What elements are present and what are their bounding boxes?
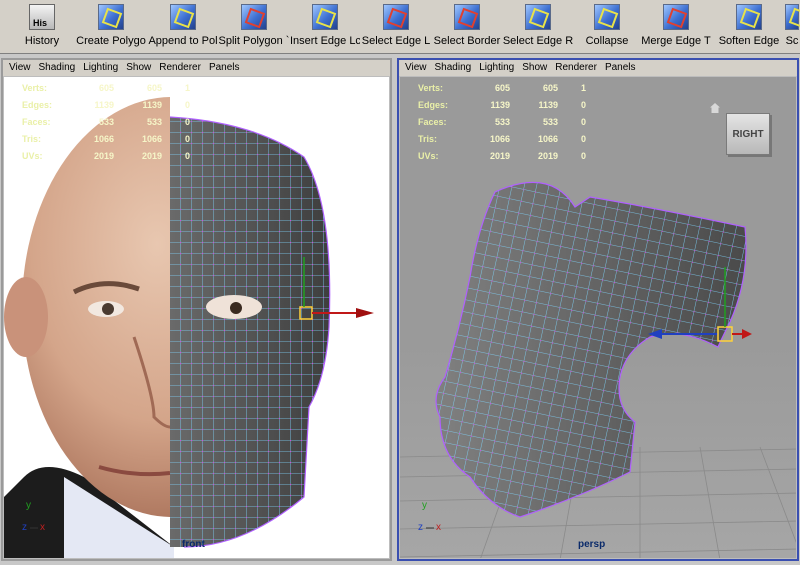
soften-edge-button[interactable]: Soften Edge — [714, 2, 784, 52]
select-edge-loop-icon — [383, 4, 409, 30]
menu-show[interactable]: Show — [126, 60, 151, 76]
panel-menubar: View Shading Lighting Show Renderer Pane… — [399, 60, 797, 76]
camera-label-front: front — [182, 539, 205, 550]
select-border-icon — [454, 4, 480, 30]
create-polygon-icon — [98, 4, 124, 30]
merge-edge-button[interactable]: Merge Edge T — [640, 2, 712, 52]
hud-row-verts: Verts: 605 605 1 — [22, 83, 190, 93]
persp-axis-gizmo: y z x — [418, 500, 441, 533]
menu-lighting[interactable]: Lighting — [83, 60, 118, 76]
create-polygon-button[interactable]: Create Polygo — [74, 2, 148, 52]
history-icon: His — [29, 4, 55, 30]
menu-panels[interactable]: Panels — [209, 60, 240, 76]
front-view-panel[interactable]: View Shading Lighting Show Renderer Pane… — [1, 58, 392, 561]
sculpt-button[interactable]: Sc — [784, 2, 800, 52]
soften-edge-icon — [736, 4, 762, 30]
menu-shading[interactable]: Shading — [435, 60, 472, 76]
panel-menubar: View Shading Lighting Show Renderer Pane… — [3, 60, 390, 76]
merge-edge-icon — [663, 4, 689, 30]
front-mesh-wireframe — [170, 117, 330, 547]
collapse-icon — [594, 4, 620, 30]
split-polygon-icon — [241, 4, 267, 30]
hud-row-faces: Faces: 533 533 0 — [418, 117, 586, 127]
persp-view-panel[interactable]: View Shading Lighting Show Renderer Pane… — [397, 58, 799, 561]
svg-text:z: z — [418, 522, 423, 533]
select-edge-loop-button[interactable]: Select Edge L — [360, 2, 432, 52]
svg-text:x: x — [436, 522, 441, 533]
menu-view[interactable]: View — [405, 60, 427, 76]
svg-text:y: y — [422, 500, 427, 511]
menu-renderer[interactable]: Renderer — [555, 60, 597, 76]
svg-text:z: z — [22, 522, 27, 533]
sculpt-icon — [785, 4, 799, 30]
viewcube[interactable]: RIGHT — [726, 113, 770, 155]
x-axis-arrow-icon[interactable] — [356, 308, 374, 318]
front-viewport[interactable]: Verts: 605 605 1 Edges: 1139 1139 0 Faces: 533 5… — [4, 77, 389, 558]
poly-count-hud: Verts: 605 605 1 Edges: 1139 1139 0 Faces: 533 5… — [418, 80, 586, 165]
menu-shading[interactable]: Shading — [39, 60, 76, 76]
persp-mesh-wireframe — [436, 182, 746, 517]
shelf-toolbar: His History Create Polygo Append to Pol … — [0, 0, 800, 54]
persp-viewport[interactable]: Verts: 605 605 1 Edges: 1139 1139 0 Faces: 533 5… — [400, 77, 796, 558]
menu-renderer[interactable]: Renderer — [159, 60, 201, 76]
camera-label-persp: persp — [578, 539, 606, 550]
split-polygon-button[interactable]: Split Polygon ` — [218, 2, 290, 52]
menu-lighting[interactable]: Lighting — [479, 60, 514, 76]
x-axis-arrow-icon[interactable] — [742, 329, 752, 339]
hud-row-uvs: UVs: 2019 2019 0 — [22, 151, 190, 161]
insert-edge-loop-icon — [312, 4, 338, 30]
menu-panels[interactable]: Panels — [605, 60, 636, 76]
hud-row-tris: Tris: 1066 1066 0 — [418, 134, 586, 144]
hud-row-edges: Edges: 1139 1139 0 — [418, 100, 586, 110]
poly-count-hud: Verts: 605 605 1 Edges: 1139 1139 0 Faces: 533 5… — [22, 80, 190, 165]
hud-row-edges: Edges: 1139 1139 0 — [22, 100, 190, 110]
hud-row-verts: Verts: 605 605 1 — [418, 83, 586, 93]
collapse-button[interactable]: Collapse — [578, 2, 636, 52]
menu-show[interactable]: Show — [522, 60, 547, 76]
insert-edge-loop-button[interactable]: Insert Edge Lc — [290, 2, 360, 52]
select-edge-ring-button[interactable]: Select Edge R — [502, 2, 574, 52]
svg-text:x: x — [40, 522, 45, 533]
select-edge-ring-icon — [525, 4, 551, 30]
menu-view[interactable]: View — [9, 60, 31, 76]
svg-text:y: y — [26, 500, 31, 511]
hud-row-faces: Faces: 533 533 0 — [22, 117, 190, 127]
front-axis-gizmo: y z x — [22, 500, 45, 533]
history-button[interactable]: His History — [16, 2, 68, 52]
hud-row-uvs: UVs: 2019 2019 0 — [418, 151, 586, 161]
append-polygon-button[interactable]: Append to Pol — [148, 2, 218, 52]
append-polygon-icon — [170, 4, 196, 30]
hud-row-tris: Tris: 1066 1066 0 — [22, 134, 190, 144]
select-border-button[interactable]: Select Border — [432, 2, 502, 52]
